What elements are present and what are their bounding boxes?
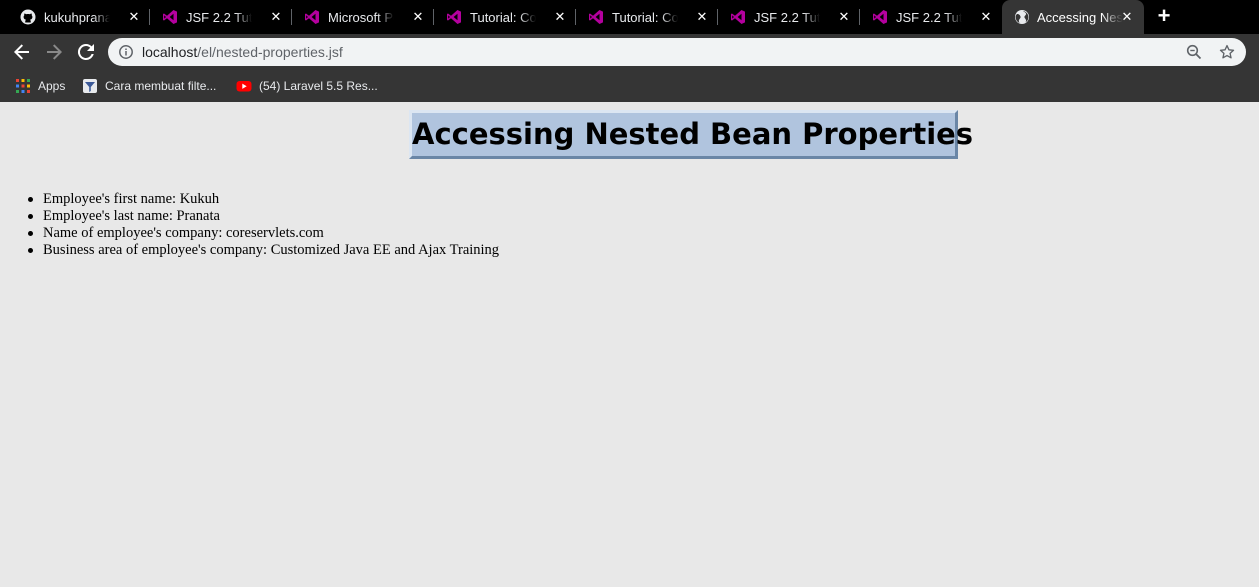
tab-title: JSF 2.2 Tutorial xyxy=(896,10,962,25)
tab-close-icon[interactable]: ✕ xyxy=(836,9,852,25)
tab-jsf-tutorial-3[interactable]: JSF 2.2 Tutorial ✕ xyxy=(852,0,994,34)
browser-toolbar: localhost/el/nested-properties.jsf xyxy=(0,34,1259,70)
tab-strip: kukuhpranata/ ✕ JSF 2.2 Tutorial ✕ Micro… xyxy=(0,0,1259,34)
tab-title: kukuhpranata/ xyxy=(44,10,110,25)
tab-tutorial-config-1[interactable]: Tutorial: Config ✕ xyxy=(426,0,576,34)
tab-title: Tutorial: Config xyxy=(470,10,536,25)
reload-icon[interactable] xyxy=(74,40,98,64)
tab-github[interactable]: kukuhpranata/ ✕ xyxy=(0,0,150,34)
tab-jsf-tutorial-2[interactable]: JSF 2.2 Tutorial ✕ xyxy=(710,0,860,34)
property-list: Employee's first name: Kukuh Employee's … xyxy=(27,191,500,259)
back-arrow-icon[interactable] xyxy=(10,40,34,64)
url-path: /el/nested-properties.jsf xyxy=(197,44,343,60)
tab-close-icon[interactable]: ✕ xyxy=(268,9,284,25)
address-bar[interactable]: localhost/el/nested-properties.jsf xyxy=(108,38,1246,66)
tab-close-icon[interactable]: ✕ xyxy=(126,9,142,25)
tab-close-icon[interactable]: ✕ xyxy=(1119,9,1135,25)
visual-studio-icon xyxy=(730,9,746,25)
zoom-icon[interactable] xyxy=(1186,44,1202,60)
page-content: Accessing Nested Bean Properties Employe… xyxy=(0,102,1259,587)
github-icon xyxy=(20,9,36,25)
globe-icon xyxy=(1014,9,1030,25)
tab-title: Accessing Nes xyxy=(1037,10,1123,25)
tab-close-icon[interactable]: ✕ xyxy=(694,9,710,25)
page-title: Accessing Nested Bean Properties xyxy=(412,117,974,151)
apps-grid-icon xyxy=(15,78,31,94)
tab-tutorial-config-2[interactable]: Tutorial: Config ✕ xyxy=(568,0,718,34)
page-title-box: Accessing Nested Bean Properties xyxy=(409,110,974,159)
forward-arrow-icon[interactable] xyxy=(42,40,66,64)
list-item: Name of employee's company: coreservlets… xyxy=(27,225,499,242)
bookmarks-bar: Apps Cara membuat filte... (54) Laravel … xyxy=(0,70,1259,102)
tab-title: JSF 2.2 Tutorial xyxy=(754,10,820,25)
bookmark-label: Cara membuat filte... xyxy=(105,79,217,93)
tab-title: JSF 2.2 Tutorial xyxy=(186,10,252,25)
visual-studio-icon xyxy=(446,9,462,25)
bookmark-label: (54) Laravel 5.5 Res... xyxy=(259,79,378,93)
visual-studio-icon xyxy=(304,9,320,25)
visual-studio-icon xyxy=(872,9,888,25)
youtube-icon xyxy=(236,78,252,94)
info-icon[interactable] xyxy=(118,44,134,60)
visual-studio-icon xyxy=(588,9,604,25)
tab-title: Microsoft Pow xyxy=(328,10,394,25)
new-tab-plus-icon[interactable]: + xyxy=(1152,5,1176,29)
visual-studio-icon xyxy=(162,9,178,25)
tab-close-icon[interactable]: ✕ xyxy=(552,9,568,25)
tab-close-icon[interactable]: ✕ xyxy=(410,9,426,25)
list-item: Business area of employee's company: Cus… xyxy=(27,242,500,258)
list-item: Employee's last name: Pranata xyxy=(27,208,499,225)
url-text[interactable]: localhost/el/nested-properties.jsf xyxy=(142,44,343,60)
url-host: localhost xyxy=(142,44,198,60)
tab-close-icon[interactable]: ✕ xyxy=(978,9,994,25)
tab-accessing-nested-active[interactable]: Accessing Nes ✕ xyxy=(1002,0,1144,34)
tab-microsoft[interactable]: Microsoft Pow ✕ xyxy=(284,0,434,34)
tab-jsf-tutorial[interactable]: JSF 2.2 Tutorial ✕ xyxy=(142,0,292,34)
bookmark-label: Apps xyxy=(38,79,66,93)
list-item: Employee's first name: Kukuh xyxy=(27,191,499,208)
tab-title: Tutorial: Config xyxy=(612,10,678,25)
bookmark-site-icon xyxy=(82,78,98,94)
bookmark-star-icon[interactable] xyxy=(1218,43,1236,61)
